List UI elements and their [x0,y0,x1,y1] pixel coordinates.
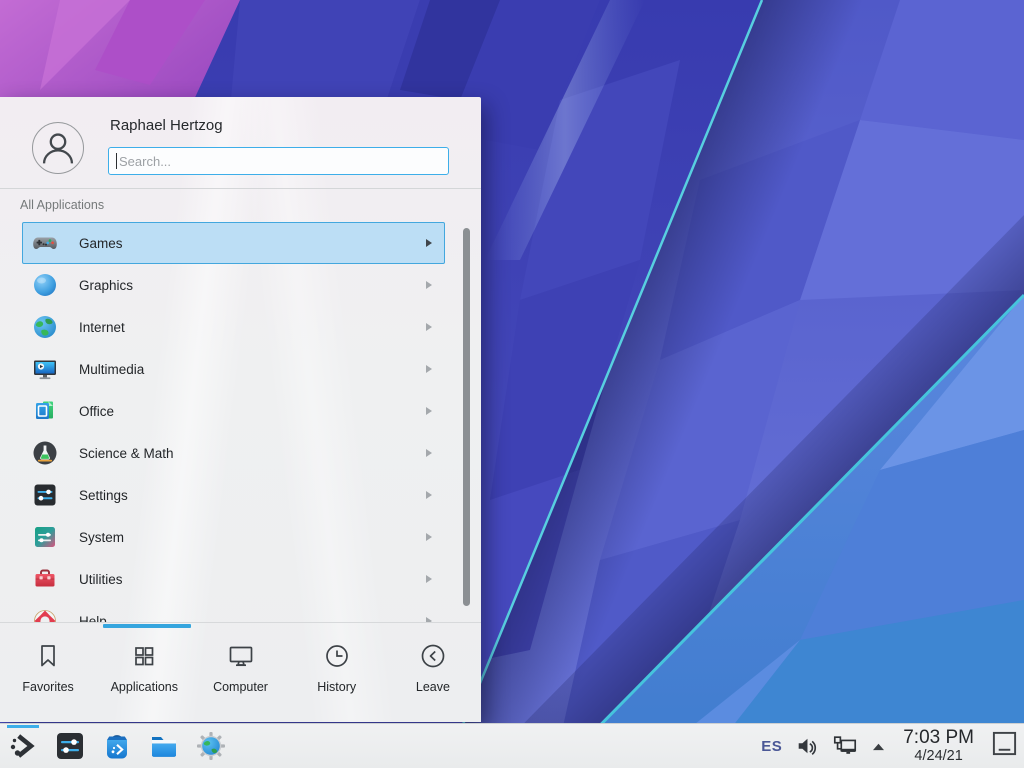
submenu-arrow-icon [426,575,432,583]
tab-favorites[interactable]: Favorites [0,626,96,722]
internet-icon [32,314,58,340]
discover-icon[interactable] [100,729,134,763]
tabbar-divider [0,622,481,623]
tab-label: Leave [416,680,450,694]
menu-item-internet[interactable]: Internet [22,306,445,348]
tab-computer[interactable]: Computer [192,626,288,722]
user-icon [33,123,83,173]
leave-icon [418,641,448,671]
menu-item-system[interactable]: System [22,516,445,558]
clock-date: 4/24/21 [914,749,962,764]
computer-icon [226,641,256,671]
file-manager-icon[interactable] [147,729,181,763]
text-caret [116,153,117,169]
tab-label: Favorites [22,680,73,694]
network-icon[interactable] [832,733,858,759]
expand-tray-icon[interactable] [871,741,886,752]
keyboard-layout-indicator[interactable]: ES [761,738,782,755]
office-icon [32,398,58,424]
history-icon [322,641,352,671]
help-icon [32,608,58,622]
application-launcher-icon[interactable] [6,729,40,763]
tab-label: Applications [111,680,178,694]
tab-leave[interactable]: Leave [385,626,481,722]
user-avatar[interactable] [32,122,84,174]
tab-bar: Favorites Applications Computer History … [0,626,481,722]
graphics-icon [32,272,58,298]
utilities-icon [32,566,58,592]
science-icon [32,440,58,466]
submenu-arrow-icon [426,281,432,289]
submenu-arrow-icon [426,365,432,373]
desktop: Raphael Hertzog Search... All Applicatio… [0,0,1024,768]
menu-item-utilities[interactable]: Utilities [22,558,445,600]
system-tray: ES [761,724,1018,768]
menu-item-label: Games [79,236,123,251]
volume-icon[interactable] [795,734,819,758]
favorites-icon [33,641,63,671]
menu-item-label: Graphics [79,278,133,293]
taskbar: ES [0,723,1024,768]
tab-applications[interactable]: Applications [96,626,192,722]
tab-label: Computer [213,680,268,694]
digital-clock[interactable]: 7:03 PM 4/24/21 [903,728,974,764]
menu-item-settings[interactable]: Settings [22,474,445,516]
menu-item-label: Office [79,404,114,419]
settings-icon [32,482,58,508]
user-name: Raphael Hertzog [110,117,223,134]
menu-item-games[interactable]: Games [22,222,445,264]
scrollbar[interactable] [463,228,470,606]
clock-time: 7:03 PM [903,728,974,747]
category-list: Games Graphics Internet Multimedia [0,222,481,622]
games-icon [32,230,58,256]
menu-item-multimedia[interactable]: Multimedia [22,348,445,390]
tab-label: History [317,680,356,694]
multimedia-icon [32,356,58,382]
submenu-arrow-icon [426,533,432,541]
submenu-arrow-icon [426,491,432,499]
menu-item-science-math[interactable]: Science & Math [22,432,445,474]
submenu-arrow-icon [426,407,432,415]
search-placeholder: Search... [119,154,171,169]
menu-item-label: Internet [79,320,125,335]
header-divider [0,188,481,189]
menu-item-label: System [79,530,124,545]
menu-item-help[interactable]: Help [22,600,445,622]
submenu-arrow-icon [426,449,432,457]
menu-item-office[interactable]: Office [22,390,445,432]
applications-icon [129,641,159,671]
web-browser-icon[interactable] [194,729,228,763]
section-label: All Applications [20,198,104,212]
menu-item-graphics[interactable]: Graphics [22,264,445,306]
menu-item-label: Science & Math [79,446,174,461]
system-icon [32,524,58,550]
show-desktop-button[interactable] [991,730,1018,762]
menu-item-label: Help [79,614,107,623]
submenu-arrow-icon [426,239,432,247]
system-settings-icon[interactable] [53,729,87,763]
search-input[interactable]: Search... [108,147,449,175]
taskbar-launchers [6,729,228,763]
menu-item-label: Multimedia [79,362,144,377]
application-launcher-menu: Raphael Hertzog Search... All Applicatio… [0,97,481,722]
tab-history[interactable]: History [289,626,385,722]
submenu-arrow-icon [426,323,432,331]
menu-item-label: Utilities [79,572,123,587]
menu-item-label: Settings [79,488,128,503]
